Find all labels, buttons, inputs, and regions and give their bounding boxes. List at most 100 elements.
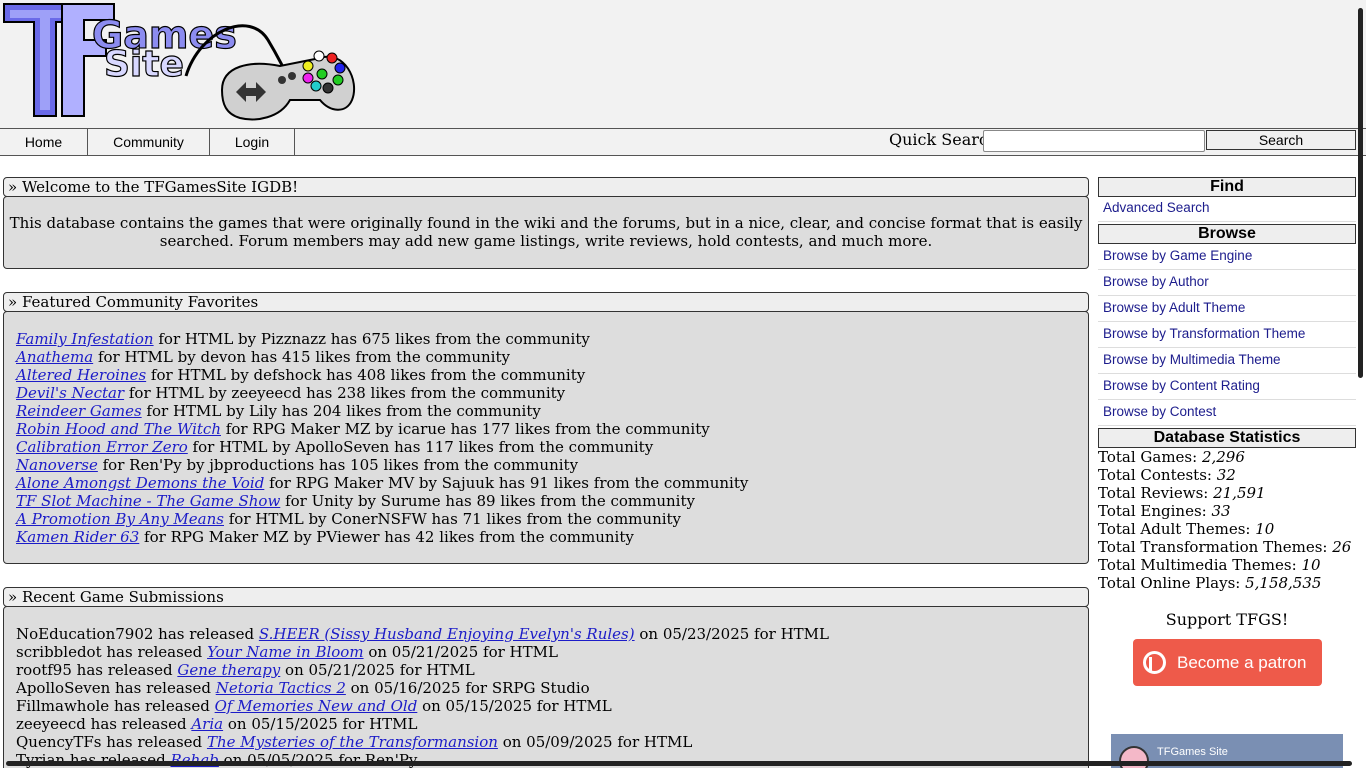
horizontal-scroll-thumb[interactable] (6, 761, 1352, 766)
browse-link[interactable]: Browse by Adult Theme (1098, 296, 1356, 322)
stat-value: 21,591 (1213, 484, 1266, 502)
favorite-game-link[interactable]: Calibration Error Zero (16, 438, 188, 456)
favorite-item: Robin Hood and The Witch for RPG Maker M… (16, 420, 1088, 438)
favorite-item: Reindeer Games for HTML by Lily has 204 … (16, 402, 1088, 420)
header: Games Site (0, 0, 1366, 128)
favorite-item: Nanoverse for Ren'Py by jbproductions ha… (16, 456, 1088, 474)
recent-author: QuencyTFs has released (16, 733, 207, 751)
vertical-scroll-thumb[interactable] (1358, 8, 1363, 378)
favorite-game-link[interactable]: Anathema (16, 348, 93, 366)
recent-game-link[interactable]: Netoria Tactics 2 (216, 679, 346, 697)
browse-link[interactable]: Browse by Contest (1098, 400, 1356, 426)
welcome-text: This database contains the games that we… (9, 214, 1083, 250)
favorite-game-link[interactable]: Alone Amongst Demons the Void (16, 474, 264, 492)
browse-heading: Browse (1098, 224, 1356, 244)
recent-game-link[interactable]: Your Name in Bloom (207, 643, 364, 661)
quick-search-input[interactable] (983, 130, 1205, 152)
favorite-game-link[interactable]: Altered Heroines (16, 366, 146, 384)
stat-value: 2,296 (1201, 448, 1245, 466)
stat-label: Total Transformation Themes: (1098, 538, 1333, 556)
horizontal-scrollbar[interactable] (0, 760, 1356, 768)
stat-value: 5,158,535 (1245, 574, 1322, 592)
stat-value: 10 (1301, 556, 1321, 574)
stats-heading: Database Statistics (1098, 428, 1356, 448)
recent-item: scribbledot has released Your Name in Bl… (16, 643, 1088, 661)
favorite-game-link[interactable]: TF Slot Machine - The Game Show (16, 492, 280, 510)
recent-game-link[interactable]: Gene therapy (177, 661, 280, 679)
search-button[interactable]: Search (1206, 130, 1356, 150)
recent-item: rootf95 has released Gene therapy on 05/… (16, 661, 1088, 679)
browse-link[interactable]: Browse by Content Rating (1098, 374, 1356, 400)
favorites-panel: Family Infestation for HTML by Pizznazz … (3, 311, 1089, 564)
welcome-panel: This database contains the games that we… (3, 196, 1089, 269)
favorite-item: Calibration Error Zero for HTML by Apoll… (16, 438, 1088, 456)
recent-details: on 05/16/2025 for SRPG Studio (345, 679, 590, 697)
stat-row: Total Transformation Themes: 26 (1098, 538, 1351, 556)
browse-link[interactable]: Browse by Game Engine (1098, 244, 1356, 270)
favorite-game-link[interactable]: Family Infestation (16, 330, 154, 348)
browse-link[interactable]: Browse by Author (1098, 270, 1356, 296)
favorite-game-link[interactable]: Devil's Nectar (16, 384, 124, 402)
recent-details: on 05/09/2025 for HTML (497, 733, 693, 751)
favorite-item: Altered Heroines for HTML by defshock ha… (16, 366, 1088, 384)
recent-author: zeeyeecd has released (16, 715, 192, 733)
favorite-details: for Ren'Py by jbproductions has 105 like… (97, 456, 579, 474)
stats-list: Total Games: 2,296 Total Contests: 32 Tota… (1098, 448, 1351, 592)
recent-item: Fillmawhole has released Of Memories New… (16, 697, 1088, 715)
favorite-game-link[interactable]: Robin Hood and The Witch (16, 420, 221, 438)
recent-item: ApolloSeven has released Netoria Tactics… (16, 679, 1088, 697)
stat-label: Total Contests: (1098, 466, 1217, 484)
stat-label: Total Multimedia Themes: (1098, 556, 1302, 574)
favorites-title: » Featured Community Favorites (3, 292, 1089, 312)
nav-community[interactable]: Community (88, 129, 210, 155)
favorite-details: for HTML by defshock has 408 likes from … (146, 366, 586, 384)
recent-game-link[interactable]: The Mysteries of the Transformansion (207, 733, 498, 751)
recent-title: » Recent Game Submissions (3, 587, 1089, 607)
recent-author: Fillmawhole has released (16, 697, 215, 715)
recent-game-link[interactable]: S.HEER (Sissy Husband Enjoying Evelyn's … (259, 625, 635, 643)
stat-label: Total Adult Themes: (1098, 520, 1256, 538)
nav-home[interactable]: Home (0, 129, 88, 155)
browse-link[interactable]: Browse by Multimedia Theme (1098, 348, 1356, 374)
favorite-details: for HTML by zeeyeecd has 238 likes from … (124, 384, 566, 402)
favorite-item: Family Infestation for HTML by Pizznazz … (16, 330, 1088, 348)
recent-details: on 05/15/2025 for HTML (223, 715, 418, 733)
site-logo[interactable]: Games Site (0, 0, 360, 128)
favorite-item: Anathema for HTML by devon has 415 likes… (16, 348, 1088, 366)
stat-row: Total Adult Themes: 10 (1098, 520, 1351, 538)
patron-button-label: Become a patron (1177, 653, 1307, 672)
banner-text: TFGames Site (1157, 746, 1228, 758)
vertical-scrollbar[interactable] (1356, 0, 1366, 380)
favorite-details: for HTML by devon has 415 likes from the… (93, 348, 510, 366)
become-patron-button[interactable]: Become a patron (1133, 639, 1322, 686)
recent-list: NoEducation7902 has released S.HEER (Sis… (4, 607, 1088, 768)
recent-author: ApolloSeven has released (16, 679, 216, 697)
favorite-game-link[interactable]: Nanoverse (16, 456, 98, 474)
recent-author: rootf95 has released (16, 661, 178, 679)
recent-game-link[interactable]: Of Memories New and Old (215, 697, 418, 715)
stat-row: Total Reviews: 21,591 (1098, 484, 1351, 502)
recent-item: QuencyTFs has released The Mysteries of … (16, 733, 1088, 751)
favorite-game-link[interactable]: A Promotion By Any Means (16, 510, 224, 528)
nav-bar: Home Community Login Quick Search: Searc… (0, 128, 1366, 156)
stat-value: 32 (1216, 466, 1236, 484)
favorite-item: TF Slot Machine - The Game Show for Unit… (16, 492, 1088, 510)
favorite-details: for HTML by Pizznazz has 675 likes from … (153, 330, 590, 348)
favorite-details: for RPG Maker MZ by PViewer has 42 likes… (139, 528, 634, 546)
recent-game-link[interactable]: Aria (191, 715, 223, 733)
stat-label: Total Online Plays: (1098, 574, 1246, 592)
favorite-details: for RPG Maker MV by Sajuuk has 91 likes … (264, 474, 749, 492)
recent-item: NoEducation7902 has released S.HEER (Sis… (16, 625, 1088, 643)
stat-value: 10 (1255, 520, 1275, 538)
favorite-item: A Promotion By Any Means for HTML by Con… (16, 510, 1088, 528)
favorite-game-link[interactable]: Reindeer Games (16, 402, 142, 420)
nav-login[interactable]: Login (210, 129, 295, 155)
recent-details: on 05/15/2025 for HTML (417, 697, 612, 715)
favorite-details: for HTML by Lily has 204 likes from the … (141, 402, 541, 420)
advanced-search-link[interactable]: Advanced Search (1098, 196, 1356, 222)
favorite-item: Alone Amongst Demons the Void for RPG Ma… (16, 474, 1088, 492)
welcome-title: » Welcome to the TFGamesSite IGDB! (3, 177, 1089, 197)
favorite-game-link[interactable]: Kamen Rider 63 (16, 528, 139, 546)
browse-link[interactable]: Browse by Transformation Theme (1098, 322, 1356, 348)
stat-label: Total Reviews: (1098, 484, 1214, 502)
